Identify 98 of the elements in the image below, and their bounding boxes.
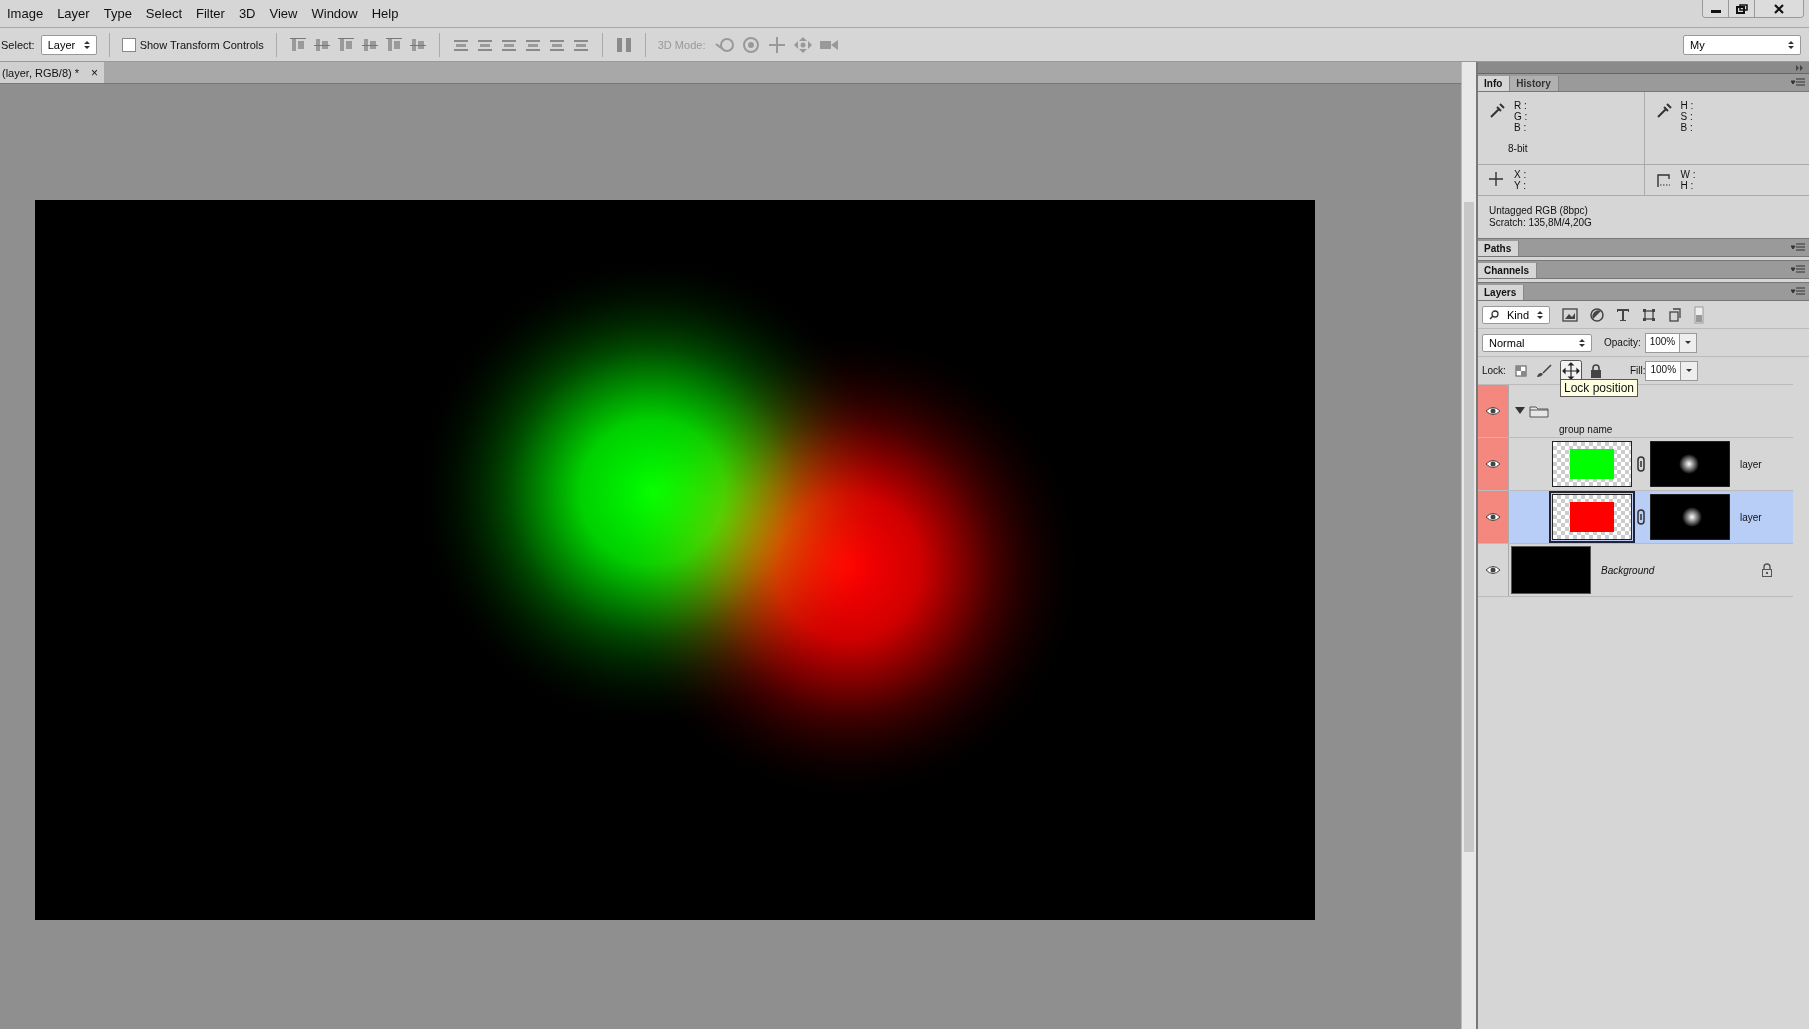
minimize-icon <box>1710 10 1721 13</box>
info-label: X : <box>1514 169 1527 180</box>
link-icon[interactable] <box>1637 509 1645 525</box>
panel-tab[interactable]: Paths <box>1478 241 1520 256</box>
info-label: B : <box>1680 122 1694 133</box>
menu-item[interactable]: Layer <box>57 6 98 21</box>
workspace-dropdown[interactable]: My <box>1683 34 1801 55</box>
panel-menu-icon[interactable] <box>1791 287 1805 295</box>
menu-item[interactable]: Help <box>371 6 407 21</box>
restore-icon <box>1735 3 1748 14</box>
eye-icon[interactable] <box>1485 459 1501 469</box>
type-filter-icon[interactable] <box>1616 307 1630 322</box>
crosshair-icon[interactable] <box>1488 171 1506 189</box>
panel-tab[interactable]: History <box>1510 76 1559 91</box>
layer-name[interactable]: group name <box>1559 424 1613 435</box>
adjustment-filter-icon[interactable] <box>1590 307 1604 322</box>
info-label: H : <box>1680 180 1695 191</box>
layer-row[interactable]: layer <box>1478 491 1793 544</box>
lock-label: Lock: <box>1482 365 1506 376</box>
selection-size-icon <box>1654 171 1673 189</box>
blend-mode-dropdown[interactable]: Normal <box>1482 333 1592 352</box>
panel-menu-icon[interactable] <box>1791 243 1805 251</box>
align-icon[interactable] <box>384 35 403 54</box>
color-profile-text: Untagged RGB (8bpc) <box>1489 205 1589 217</box>
checkbox[interactable] <box>121 37 136 52</box>
layer-name[interactable]: Background <box>1601 564 1655 576</box>
pan-icon[interactable] <box>767 35 788 54</box>
link-icon[interactable] <box>1637 456 1645 472</box>
updown-arrow-icon <box>1537 309 1543 320</box>
orbit-icon[interactable] <box>715 35 736 54</box>
checkbox-label[interactable]: Show Transform Controls <box>139 38 264 51</box>
tooltip: Lock position <box>1560 379 1639 397</box>
folder-icon <box>1529 404 1549 418</box>
menu-item[interactable]: Window <box>311 6 366 21</box>
visibility-cell[interactable] <box>1478 385 1509 437</box>
lock-icon[interactable] <box>1589 363 1602 378</box>
minimize-button[interactable] <box>1703 0 1729 17</box>
menu-item[interactable]: Type <box>103 6 140 21</box>
info-label: Y : <box>1514 180 1527 191</box>
opacity-field[interactable]: 100% <box>1644 332 1698 353</box>
tab-close-button[interactable]: × <box>91 65 99 80</box>
info-label: H : <box>1680 100 1694 111</box>
eyedropper-icon[interactable] <box>1488 102 1506 120</box>
restore-button[interactable] <box>1729 0 1755 17</box>
search-icon <box>1489 309 1499 320</box>
updown-arrow-icon <box>1579 337 1585 348</box>
smart-object-filter-icon[interactable] <box>1668 307 1682 322</box>
panel-tab[interactable]: Layers <box>1478 285 1525 300</box>
layer-row[interactable]: layer <box>1478 438 1793 491</box>
fill-field[interactable]: 100% <box>1645 360 1699 381</box>
distribute-spacing-icon[interactable] <box>614 35 633 54</box>
menu-item[interactable]: Image <box>7 6 52 21</box>
lock-transparency-icon[interactable] <box>1513 363 1528 378</box>
bit-depth: 8-bit <box>1508 143 1528 154</box>
close-button[interactable] <box>1755 0 1803 17</box>
info-label: B : <box>1514 122 1528 133</box>
panel-tab[interactable]: Info <box>1478 76 1511 91</box>
eye-icon[interactable] <box>1485 565 1501 575</box>
menu-item[interactable]: 3D <box>238 6 264 21</box>
panel-menu-icon[interactable] <box>1791 265 1805 273</box>
select-label: Select: <box>1 38 35 51</box>
filter-dropdown[interactable]: Kind <box>1482 305 1550 324</box>
expand-icon[interactable] <box>1515 407 1525 415</box>
close-icon <box>1773 3 1785 14</box>
layer-row[interactable]: Background <box>1478 544 1793 597</box>
info-label: R : <box>1514 100 1528 111</box>
slide-icon[interactable] <box>793 35 814 54</box>
fill-label: Fill: <box>1629 365 1646 376</box>
eye-icon[interactable] <box>1485 512 1501 522</box>
3d-mode-label: 3D Mode: <box>657 38 706 51</box>
updown-arrow-icon <box>83 39 90 50</box>
panel-menu-icon[interactable] <box>1791 78 1805 86</box>
image-filter-icon[interactable] <box>1562 307 1578 322</box>
align-icon[interactable] <box>288 35 307 54</box>
info-label: W : <box>1680 169 1696 180</box>
opacity-label: Opacity: <box>1604 337 1641 348</box>
document-tab[interactable]: (layer, RGB/8) * × <box>0 62 105 83</box>
visibility-cell[interactable] <box>1478 438 1509 490</box>
updown-arrow-icon <box>1788 39 1794 50</box>
menu-item[interactable]: Select <box>145 6 190 21</box>
filter-toggle-icon[interactable] <box>1694 305 1704 324</box>
brush-icon[interactable] <box>1535 363 1552 378</box>
layer-name[interactable]: layer <box>1740 458 1762 470</box>
eye-icon[interactable] <box>1485 406 1501 416</box>
scratch-size-text: Scratch: 135,8M/4,20G <box>1489 217 1593 229</box>
roll-icon[interactable] <box>741 35 762 54</box>
scrollbar[interactable] <box>1461 62 1476 1029</box>
panel-tab[interactable]: Channels <box>1478 263 1537 278</box>
menu-item[interactable]: Filter <box>196 6 233 21</box>
info-label: S : <box>1680 111 1694 122</box>
select-dropdown[interactable]: Layer <box>40 34 97 55</box>
lock-position-icon[interactable] <box>1559 359 1582 382</box>
info-label: G : <box>1514 111 1528 122</box>
menu-item[interactable]: View <box>269 6 306 21</box>
visibility-cell[interactable] <box>1478 491 1509 543</box>
shape-filter-icon[interactable] <box>1642 307 1656 322</box>
align-icon[interactable] <box>336 35 355 54</box>
layer-name[interactable]: layer <box>1740 511 1762 523</box>
